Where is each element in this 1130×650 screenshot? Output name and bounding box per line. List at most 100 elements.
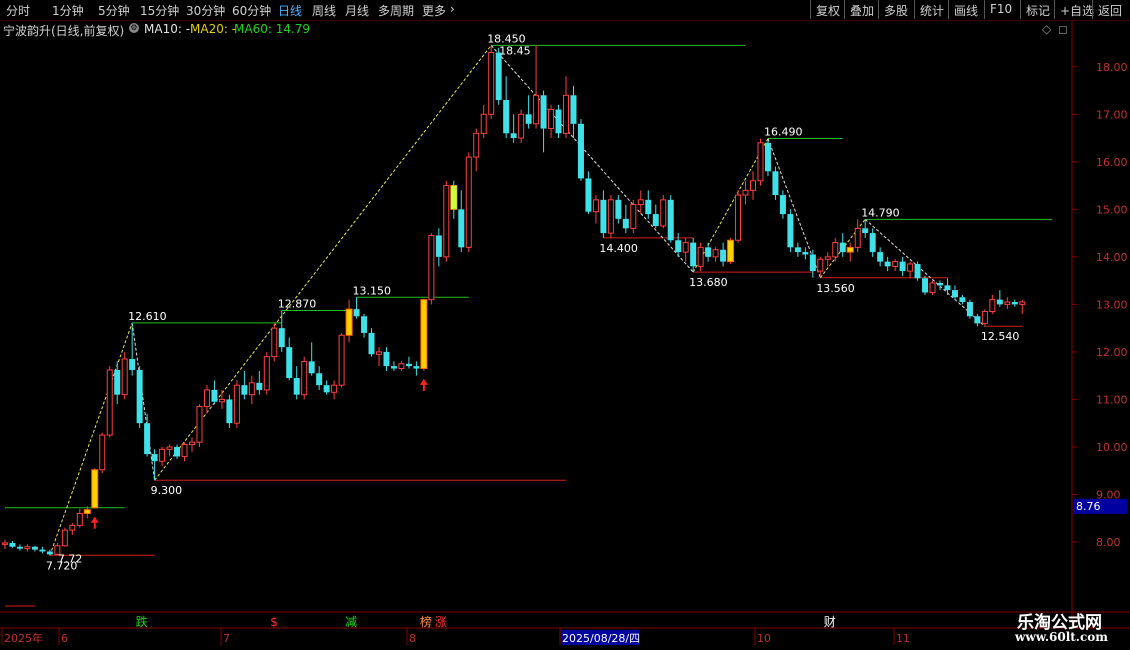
price-axis: 18.00 17.00 16.00 15.00 14.00 13.00 12.00 11.00… <box>1072 61 1128 549</box>
candle-body <box>218 398 225 403</box>
period-tab-daily[interactable]: 日线 <box>278 2 302 19</box>
candle-body <box>99 434 106 471</box>
candle-body <box>196 406 203 443</box>
chevron-right-icon[interactable]: › <box>450 2 455 16</box>
candle-body <box>615 199 622 219</box>
candle-body <box>645 199 652 215</box>
candle-body <box>937 282 943 286</box>
candle-body <box>443 185 450 258</box>
price-tick-label: 14.00 <box>1096 251 1128 264</box>
price-tick-label: 16.00 <box>1096 156 1128 169</box>
period-toolbar: 分时 1分钟 5分钟 15分钟 30分钟 60分钟 日线 周线 月线 多周期 更… <box>0 0 1130 21</box>
price-tick-label: 18.00 <box>1096 61 1128 74</box>
settings-icon[interactable]: ⚙ <box>129 23 139 33</box>
candle-body <box>233 384 240 424</box>
candle-body <box>114 369 121 395</box>
period-tab-1min[interactable]: 1分钟 <box>52 2 84 19</box>
candle-body <box>667 199 674 241</box>
f10-button[interactable]: F10 <box>984 0 1017 19</box>
period-tab-5min[interactable]: 5分钟 <box>98 2 130 19</box>
date-label: 2025/08/28/四 <box>562 632 640 645</box>
window-toggle-icon[interactable]: ◻ <box>1058 22 1068 36</box>
kline-chart[interactable]: 7.7207.7212.6109.30012.87013.15018.45018… <box>0 0 1130 650</box>
period-tab-fenshi[interactable]: 分时 <box>6 2 30 19</box>
signal-marker: 榜 <box>420 614 432 629</box>
candle-body <box>106 369 113 436</box>
up-arrow-icon <box>90 516 99 529</box>
candle-body <box>458 209 465 248</box>
candle-body <box>405 363 412 367</box>
candle-body <box>877 252 884 262</box>
candle-body <box>592 199 599 213</box>
candle-body <box>652 214 659 226</box>
candle-body <box>585 178 592 212</box>
candle-body <box>966 302 973 317</box>
period-tab-weekly[interactable]: 周线 <box>312 2 336 19</box>
candle-body <box>720 249 727 262</box>
candle-body <box>675 240 682 253</box>
candle-body <box>368 332 375 355</box>
price-tick-label: 12.00 <box>1096 346 1128 359</box>
candle-body <box>2 542 8 545</box>
candle-body <box>495 52 502 101</box>
candle-body <box>166 446 173 450</box>
statistics-button[interactable]: 统计 <box>914 0 949 19</box>
candle-body <box>974 316 981 324</box>
candle-body <box>376 351 382 355</box>
candle-body <box>1019 301 1026 305</box>
pivot-labels: 7.7207.7212.6109.30012.87013.15018.45018… <box>46 32 1020 572</box>
candle-body <box>420 299 428 370</box>
period-tab-multi[interactable]: 多周期 <box>378 2 414 19</box>
candle-body <box>757 142 764 182</box>
candle-body <box>630 204 637 229</box>
candle-body <box>907 263 914 272</box>
mark-button[interactable]: 标记 <box>1020 0 1055 19</box>
candle-body <box>862 228 869 234</box>
candle-body <box>607 199 614 234</box>
draw-line-button[interactable]: 画线 <box>948 0 983 19</box>
candle-body <box>428 234 435 301</box>
candle-body <box>637 199 644 206</box>
price-tick-label: 13.00 <box>1096 298 1128 311</box>
signal-marker: 减 <box>345 615 357 629</box>
candle-body <box>69 524 76 531</box>
candle-body <box>263 356 270 391</box>
candle-body <box>61 529 68 547</box>
candle-body <box>24 546 31 550</box>
back-button[interactable]: 返回 <box>1092 0 1127 19</box>
pivot-label: 18.45 <box>499 44 531 57</box>
candle-body <box>996 299 1003 305</box>
pivot-label: 9.300 <box>151 484 183 497</box>
fuquan-button[interactable]: 复权 <box>810 0 845 19</box>
period-tab-15min[interactable]: 15分钟 <box>140 2 179 19</box>
price-tick-label: 17.00 <box>1096 108 1128 121</box>
period-tab-30min[interactable]: 30分钟 <box>186 2 225 19</box>
watermark-url: www.60lt.com <box>1015 630 1108 644</box>
candle-body <box>46 551 53 555</box>
candle-body <box>338 334 345 386</box>
period-tab-more[interactable]: 更多 <box>422 2 446 19</box>
candle-body <box>1004 301 1011 305</box>
date-label: 6 <box>61 632 68 645</box>
candle-body <box>9 542 16 547</box>
candle-body <box>682 242 689 253</box>
candle-body <box>129 359 136 370</box>
overlay-button[interactable]: 叠加 <box>844 0 879 19</box>
ma60-readout: MA60: 14.79 <box>234 22 311 36</box>
candle-body <box>787 214 794 248</box>
period-tab-monthly[interactable]: 月线 <box>345 2 369 19</box>
candle-body <box>203 389 210 408</box>
candle-body <box>83 509 91 514</box>
candle-body <box>809 254 816 272</box>
diamond-icon[interactable]: ◇ <box>1042 22 1051 36</box>
candle-body <box>570 95 577 124</box>
candle-body <box>345 308 353 336</box>
date-label: 10 <box>757 632 771 645</box>
ma10-readout: MA10: - <box>144 22 191 36</box>
candle-body <box>899 261 906 272</box>
candle-body <box>989 299 996 313</box>
period-tab-60min[interactable]: 60分钟 <box>232 2 271 19</box>
candle-body <box>510 133 517 139</box>
stock-title: 宁波韵升(日线,前复权) <box>3 24 125 38</box>
multi-stock-button[interactable]: 多股 <box>878 0 913 19</box>
